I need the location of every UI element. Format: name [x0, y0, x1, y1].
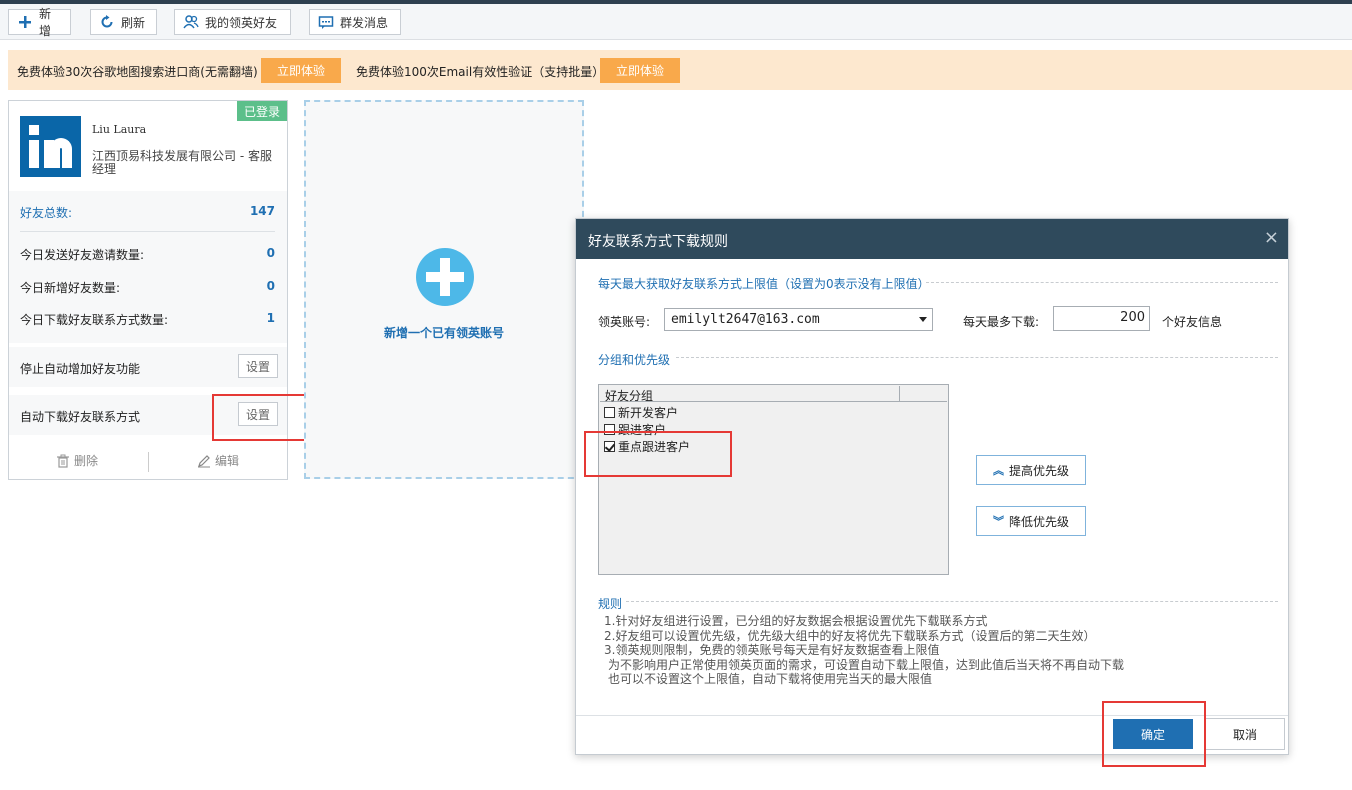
- daily-max-label: 每天最多下载:: [963, 315, 1040, 329]
- promo-text-email: 免费体验100次Email有效性验证（支持批量）: [356, 65, 605, 79]
- add-circle-icon[interactable]: [416, 248, 474, 306]
- refresh-label: 刷新: [121, 15, 146, 30]
- highlight-confirm-button: [1102, 701, 1206, 767]
- broadcast-button[interactable]: 群发消息: [309, 9, 401, 35]
- group-item-new-clients[interactable]: 新开发客户: [604, 404, 678, 421]
- broadcast-label: 群发消息: [340, 15, 389, 30]
- daily-limit-section-title: 每天最大获取好友联系方式上限值（设置为0表示没有上限值）: [598, 277, 930, 291]
- auto-add-settings-button[interactable]: 设置: [238, 354, 278, 378]
- double-chevron-down-icon: ︾: [992, 515, 1004, 528]
- stat-total-friends: 好友总数: 147: [20, 204, 275, 220]
- highlight-key-group: [584, 431, 732, 477]
- promo-text-maps: 免费体验30次谷歌地图搜索进口商(无需翻墙): [17, 65, 258, 79]
- account-header: 已登录 Liu Laura 江西顶易科技发展有限公司 - 客服经理: [9, 101, 287, 191]
- daily-max-unit: 个好友信息: [1162, 315, 1223, 329]
- auto-add-row: 停止自动增加好友功能 设置: [9, 347, 287, 387]
- daily-max-input[interactable]: 200: [1053, 306, 1150, 331]
- users-icon: [183, 14, 199, 30]
- add-account-label: 新增一个已有领英账号: [383, 326, 504, 340]
- my-friends-button[interactable]: 我的领英好友: [174, 9, 291, 35]
- download-rules-dialog: 好友联系方式下载规则 × 每天最大获取好友联系方式上限值（设置为0表示没有上限值…: [575, 218, 1289, 755]
- edit-button[interactable]: 编辑: [197, 452, 239, 469]
- dialog-title: 好友联系方式下载规则: [588, 234, 728, 250]
- my-friends-label: 我的领英好友: [205, 15, 278, 30]
- plus-icon: [17, 14, 33, 30]
- auto-download-label: 自动下载好友联系方式: [20, 410, 141, 424]
- linkedin-logo-icon: [20, 116, 81, 177]
- rule-line: 3.领英规则限制，免费的领英账号每天是有好友数据查看上限值: [604, 643, 940, 657]
- account-card-footer: 删除 编辑: [9, 446, 287, 480]
- rules-section-title: 规则: [598, 597, 623, 611]
- add-button[interactable]: 新增: [8, 7, 71, 38]
- dialog-titlebar: 好友联系方式下载规则 ×: [576, 219, 1288, 259]
- section-divider: [926, 282, 1278, 283]
- toolbar: 新增 刷新 我的领英好友 群发消息: [0, 4, 1352, 40]
- account-company: 江西顶易科技发展有限公司 - 客服经理: [92, 149, 272, 176]
- lower-priority-button[interactable]: ︾ 降低优先级: [976, 506, 1086, 536]
- add-label: 新增: [39, 7, 52, 38]
- footer-divider: [148, 452, 149, 472]
- rule-line: 1.针对好友组进行设置，已分组的好友数据会根据设置优先下载联系方式: [604, 614, 988, 628]
- promo-try-maps-button[interactable]: 立即体验: [261, 58, 341, 83]
- pencil-icon: [198, 454, 210, 467]
- rules-text: 1.针对好友组进行设置，已分组的好友数据会根据设置优先下载联系方式 2.好友组可…: [604, 614, 1124, 687]
- highlight-auto-download-settings: [212, 394, 318, 441]
- promo-banner: 免费体验30次谷歌地图搜索进口商(无需翻墙) 立即体验 免费体验100次Emai…: [8, 50, 1352, 90]
- add-account-card[interactable]: 新增一个已有领英账号: [304, 100, 584, 479]
- divider: [20, 231, 275, 232]
- account-label: 领英账号:: [598, 315, 651, 329]
- trash-icon: [57, 454, 69, 468]
- friend-group-list[interactable]: 好友分组 新开发客户 跟进客户 重点跟进客户: [598, 384, 949, 575]
- promo-try-email-button[interactable]: 立即体验: [600, 58, 680, 83]
- delete-button[interactable]: 删除: [56, 452, 98, 469]
- checkbox-icon[interactable]: [604, 407, 615, 418]
- stat-downloads-today: 今日下载好友联系方式数量: 1: [20, 311, 275, 327]
- account-select[interactable]: emilylt2647@163.com: [664, 308, 933, 331]
- rule-line: 为不影响用户正常使用领英页面的需求，可设置自动下载上限值，达到此值后当天将不再自…: [608, 657, 1125, 672]
- rule-line: 也可以不设置这个上限值，自动下载将使用完当天的最大限值: [608, 672, 933, 686]
- logged-in-badge: 已登录: [237, 101, 287, 121]
- message-icon: [318, 14, 334, 30]
- section-divider: [626, 601, 1278, 602]
- raise-priority-button[interactable]: ︽ 提高优先级: [976, 455, 1086, 485]
- refresh-icon: [99, 14, 115, 30]
- rule-line: 2.好友组可以设置优先级，优先级大组中的好友将优先下载联系方式（设置后的第二天生…: [604, 628, 1096, 643]
- double-chevron-up-icon: ︽: [992, 464, 1004, 477]
- auto-add-label: 停止自动增加好友功能: [20, 362, 141, 376]
- account-stats: 好友总数: 147 今日发送好友邀请数量: 0 今日新增好友数量: 0 今日下载好友联…: [9, 191, 287, 343]
- list-header: 好友分组: [600, 386, 947, 403]
- section-divider: [676, 357, 1278, 358]
- cancel-button[interactable]: 取消: [1205, 718, 1285, 750]
- stat-new-friends-today: 今日新增好友数量: 0: [20, 279, 275, 295]
- account-name: Liu Laura: [92, 123, 147, 136]
- group-priority-section-title: 分组和优先级: [598, 353, 671, 367]
- refresh-button[interactable]: 刷新: [90, 9, 157, 35]
- dropdown-arrow-icon: [919, 317, 927, 322]
- close-icon[interactable]: ×: [1264, 229, 1279, 247]
- stat-invites-today: 今日发送好友邀请数量: 0: [20, 246, 275, 262]
